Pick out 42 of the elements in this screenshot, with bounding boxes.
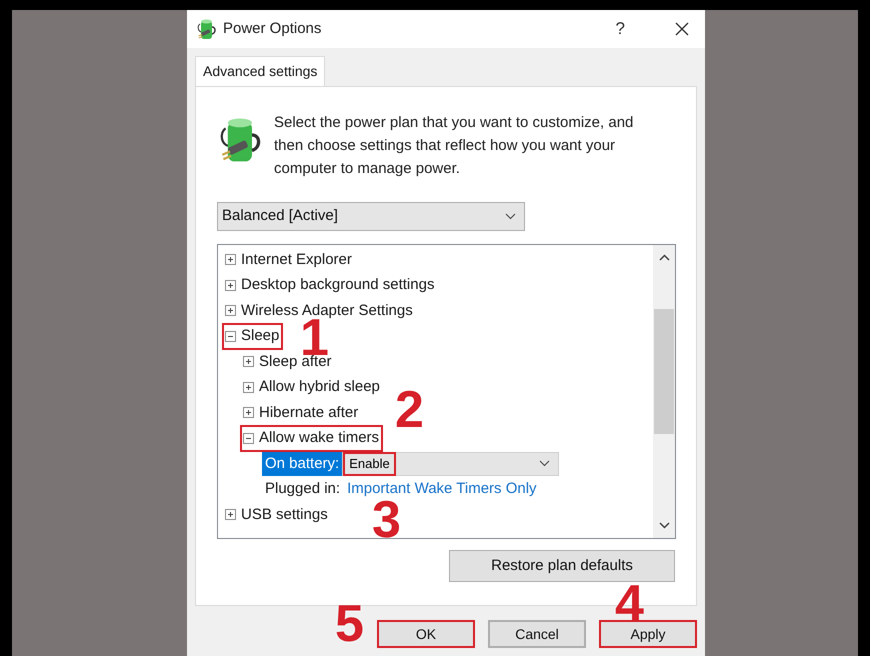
description-text: Select the power plan that you want to customize, and then choose settings that reflect how you want your computer to manage power. [274,113,634,179]
plan-dropdown[interactable]: Balanced [Active] [217,202,525,231]
chevron-down-icon [505,213,516,220]
tree-item[interactable]: Hibernate after [259,402,358,424]
step-number: 5 [335,604,364,644]
tree-item[interactable]: USB settings [241,504,328,526]
tree-item[interactable]: Allow wake timers [259,427,380,450]
tree-item[interactable]: Sleep [241,325,280,348]
plus-box-icon[interactable] [225,254,236,266]
plus-box-icon[interactable] [243,356,254,368]
step-number: 3 [372,500,401,540]
dropdown-value: Balanced [Active] [222,206,338,226]
setting-label[interactable]: On battery: [262,452,342,476]
dialog-button[interactable]: OK [377,620,475,648]
dialog-button[interactable]: Apply [599,620,697,648]
battery-plug-icon [197,17,217,41]
plus-box-icon[interactable] [225,509,236,520]
help-button[interactable]: ? [616,16,625,42]
dialog-button[interactable]: Cancel [488,620,586,648]
plus-box-icon[interactable] [225,305,236,316]
setting-label[interactable]: Plugged in: [262,477,344,502]
window-title: Power Options [223,18,322,39]
minus-box-icon[interactable] [243,432,254,444]
restore-defaults-button[interactable]: Restore plan defaults [449,550,675,582]
plus-box-icon[interactable] [243,382,254,393]
scroll-up-icon[interactable] [658,254,670,261]
step-number: 2 [395,390,424,430]
scroll-down-icon[interactable] [658,522,670,529]
minus-box-icon[interactable] [225,330,236,342]
plus-box-icon[interactable] [225,280,236,291]
plus-box-icon[interactable] [243,407,254,418]
tree-item[interactable]: Desktop background settings [241,274,434,296]
scrollbar[interactable] [653,245,675,538]
setting-link[interactable]: Important Wake Timers Only [347,478,537,500]
tree-item[interactable]: Allow hybrid sleep [259,376,380,398]
chevron-down-icon [539,460,550,468]
dropdown-value: Enable [343,452,396,476]
tree-item[interactable]: Internet Explorer [241,248,352,271]
tab[interactable]: Advanced settings [195,56,326,86]
scrollbar-thumb[interactable] [654,309,674,434]
close-icon[interactable] [675,22,689,36]
setting-dropdown[interactable]: Enable [342,452,560,476]
